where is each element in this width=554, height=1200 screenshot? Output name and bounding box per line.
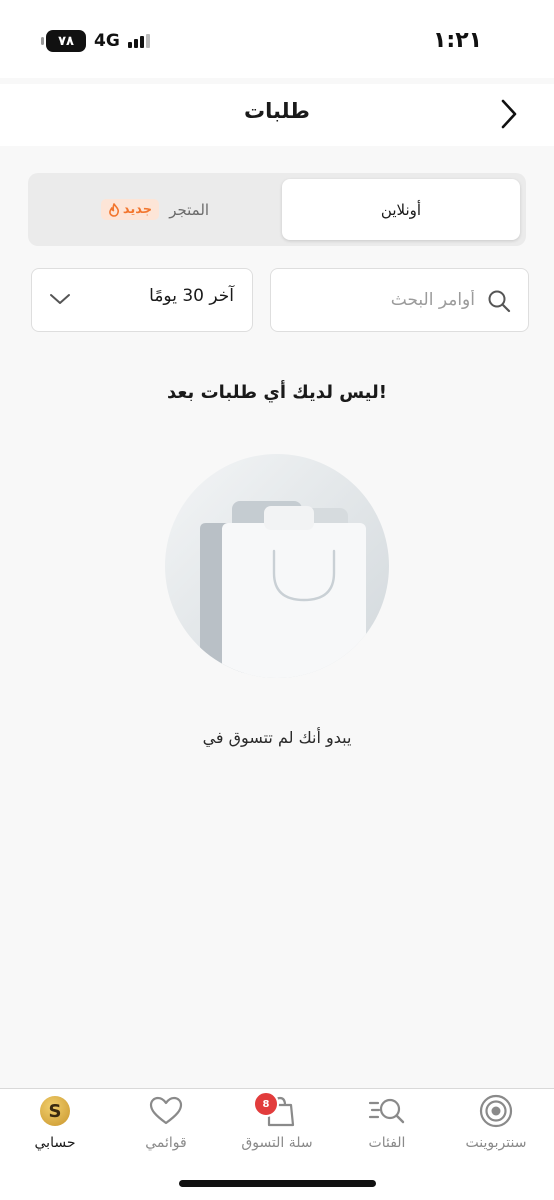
categories-search-icon	[368, 1098, 405, 1124]
tab-store-label: المتجر	[169, 200, 210, 219]
status-bar: ٧٨ 4G ١:٢١	[0, 0, 554, 78]
tab-store[interactable]: جديد المتجر	[28, 173, 282, 246]
empty-state-title: ليس لديك أي طلبات بعد!	[167, 382, 387, 403]
page-title: طلبات	[244, 99, 310, 123]
nav-label: الفئات	[368, 1135, 406, 1151]
status-indicators: ٧٨ 4G	[41, 30, 150, 52]
order-source-tabs: جديد المتجر أونلاين	[28, 173, 526, 246]
search-box	[270, 268, 529, 332]
chevron-down-icon	[50, 294, 70, 304]
network-type: 4G	[94, 31, 120, 51]
nav-item-categories[interactable]: الفئات	[332, 1093, 442, 1161]
tab-online[interactable]: أونلاين	[282, 179, 520, 240]
home-indicator	[179, 1180, 376, 1187]
nav-item-wishlist[interactable]: قوائمي	[111, 1093, 221, 1161]
nav-label: سلة التسوق	[241, 1135, 313, 1151]
cart-count-badge: 8	[253, 1091, 279, 1117]
status-time: ١:٢١	[433, 28, 483, 53]
new-badge-label: جديد	[122, 202, 153, 217]
page-header: طلبات	[0, 84, 554, 146]
new-badge: جديد	[100, 199, 160, 220]
nav-item-account[interactable]: S حسابي	[0, 1093, 110, 1161]
nav-item-cart[interactable]: 8 سلة التسوق	[222, 1091, 332, 1161]
heart-icon	[149, 1096, 183, 1125]
empty-bag-illustration	[165, 454, 389, 678]
empty-state-subtitle: يبدو أنك لم تتسوق في	[202, 728, 352, 747]
chevron-right-icon	[501, 99, 517, 129]
flame-icon	[109, 202, 119, 217]
nav-item-centrepoint[interactable]: سنتربوينت	[441, 1093, 551, 1161]
search-input[interactable]	[285, 283, 475, 317]
target-icon	[479, 1094, 513, 1128]
search-icon	[488, 290, 511, 313]
back-button[interactable]	[494, 96, 524, 132]
nav-label: حسابي	[34, 1135, 76, 1151]
avatar-icon: S	[40, 1096, 70, 1126]
signal-icon	[127, 34, 150, 48]
orders-screen: ٧٨ 4G ١:٢١ طلبات جديد المتجر أونلاين آخر…	[0, 0, 554, 1200]
date-range-value: آخر 30 يومًا	[149, 286, 234, 306]
date-range-dropdown[interactable]: آخر 30 يومًا	[31, 268, 253, 332]
battery-icon: ٧٨	[41, 30, 86, 52]
battery-level: ٧٨	[58, 33, 74, 49]
tab-online-label: أونلاين	[380, 200, 422, 219]
nav-label: قوائمي	[145, 1135, 187, 1151]
avatar-letter: S	[48, 1100, 62, 1122]
nav-label: سنتربوينت	[465, 1135, 527, 1151]
